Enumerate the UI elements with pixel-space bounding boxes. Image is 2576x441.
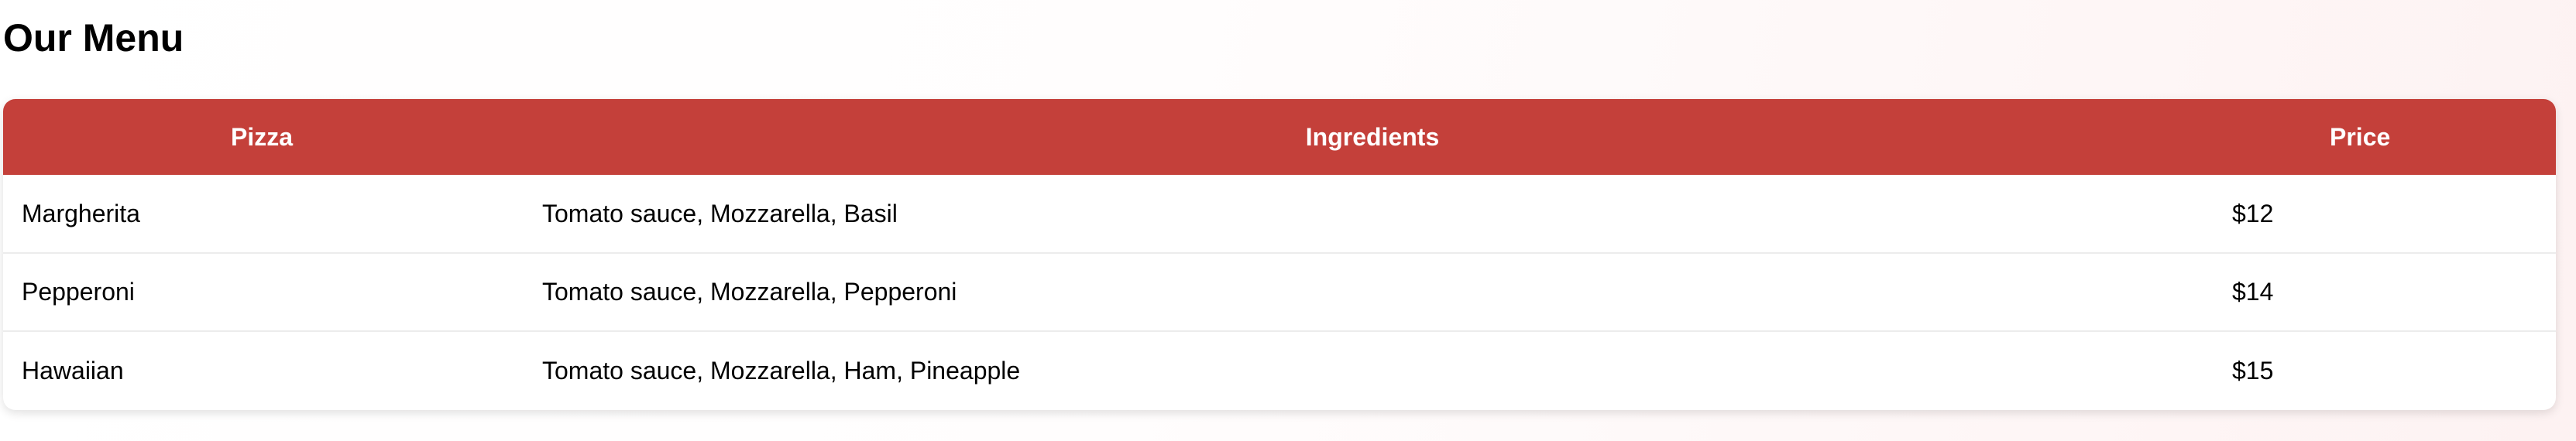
table-row: Hawaiian Tomato sauce, Mozzarella, Ham, … (3, 331, 2556, 409)
table-body: Margherita Tomato sauce, Mozzarella, Bas… (3, 175, 2556, 409)
ingredients-cell: Tomato sauce, Mozzarella, Pepperoni (542, 278, 957, 306)
column-header-pizza: Pizza (230, 122, 294, 151)
menu-table-card: Pizza Ingredients Price Margherita Tomat… (3, 99, 2556, 410)
price-cell: $15 (2232, 356, 2274, 385)
pizza-name-cell: Margherita (22, 199, 140, 227)
column-header-ingredients: Ingredients (1305, 122, 1440, 151)
ingredients-cell: Tomato sauce, Mozzarella, Ham, Pineapple (542, 356, 1021, 385)
header-row: Pizza Ingredients Price (3, 99, 2556, 175)
pizza-name-cell: Hawaiian (22, 356, 124, 385)
price-cell: $14 (2232, 278, 2274, 306)
page: Our Menu Pizza Ingredients Price Margher… (0, 0, 2576, 441)
column-header-price: Price (2330, 122, 2391, 151)
pizza-name-cell: Pepperoni (22, 278, 135, 306)
ingredients-cell: Tomato sauce, Mozzarella, Basil (542, 199, 898, 227)
page-title: Our Menu (3, 16, 184, 60)
table-row: Margherita Tomato sauce, Mozzarella, Bas… (3, 175, 2556, 253)
menu-table: Pizza Ingredients Price Margherita Tomat… (3, 99, 2556, 409)
price-cell: $12 (2232, 199, 2274, 227)
table-header: Pizza Ingredients Price (3, 99, 2556, 175)
table-row: Pepperoni Tomato sauce, Mozzarella, Pepp… (3, 253, 2556, 331)
